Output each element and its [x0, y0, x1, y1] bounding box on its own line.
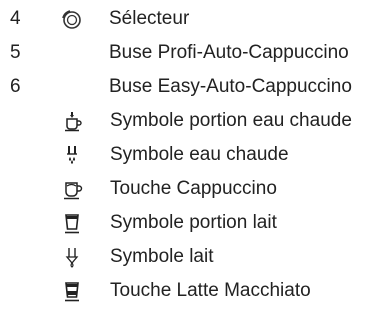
item-label: Touche Cappuccino — [110, 178, 277, 199]
legend-subitem-milk-portion: Symbole portion lait — [0, 209, 385, 237]
item-label: Symbole lait — [110, 246, 214, 267]
item-label: Buse Easy-Auto-Cappuccino — [109, 76, 352, 97]
legend-subitem-hot-water-portion: Symbole portion eau chaude — [0, 107, 385, 135]
item-label: Touche Latte Macchiato — [110, 280, 311, 301]
latte-macchiato-glass-icon — [61, 280, 83, 302]
legend-item-easy-nozzle: 6 Buse Easy-Auto-Cappuccino — [0, 73, 385, 101]
hot-water-portion-icon — [61, 110, 83, 132]
item-label: Symbole portion lait — [110, 212, 277, 233]
selector-dial-icon — [60, 8, 82, 30]
item-number: 5 — [10, 42, 21, 63]
item-label: Symbole portion eau chaude — [110, 110, 352, 131]
item-label: Symbole eau chaude — [110, 144, 289, 165]
legend-subitem-latte-macchiato: Touche Latte Macchiato — [0, 277, 385, 305]
item-number: 4 — [10, 8, 21, 29]
legend-subitem-hot-water: Symbole eau chaude — [0, 141, 385, 169]
legend-item-selector: 4 Sélecteur — [0, 5, 385, 33]
legend-item-profi-nozzle: 5 Buse Profi-Auto-Cappuccino — [0, 39, 385, 67]
legend-subitem-cappuccino: Touche Cappuccino — [0, 175, 385, 203]
component-legend: 4 Sélecteur 5 Buse Profi-Auto-Cappuccino… — [0, 0, 385, 311]
cappuccino-cup-icon — [61, 178, 83, 200]
item-number: 6 — [10, 76, 21, 97]
item-label: Buse Profi-Auto-Cappuccino — [109, 42, 349, 63]
item-label: Sélecteur — [109, 8, 190, 29]
hot-water-icon — [61, 144, 83, 166]
milk-portion-glass-icon — [61, 212, 83, 234]
legend-subitem-milk: Symbole lait — [0, 243, 385, 271]
milk-drop-icon — [61, 246, 83, 268]
